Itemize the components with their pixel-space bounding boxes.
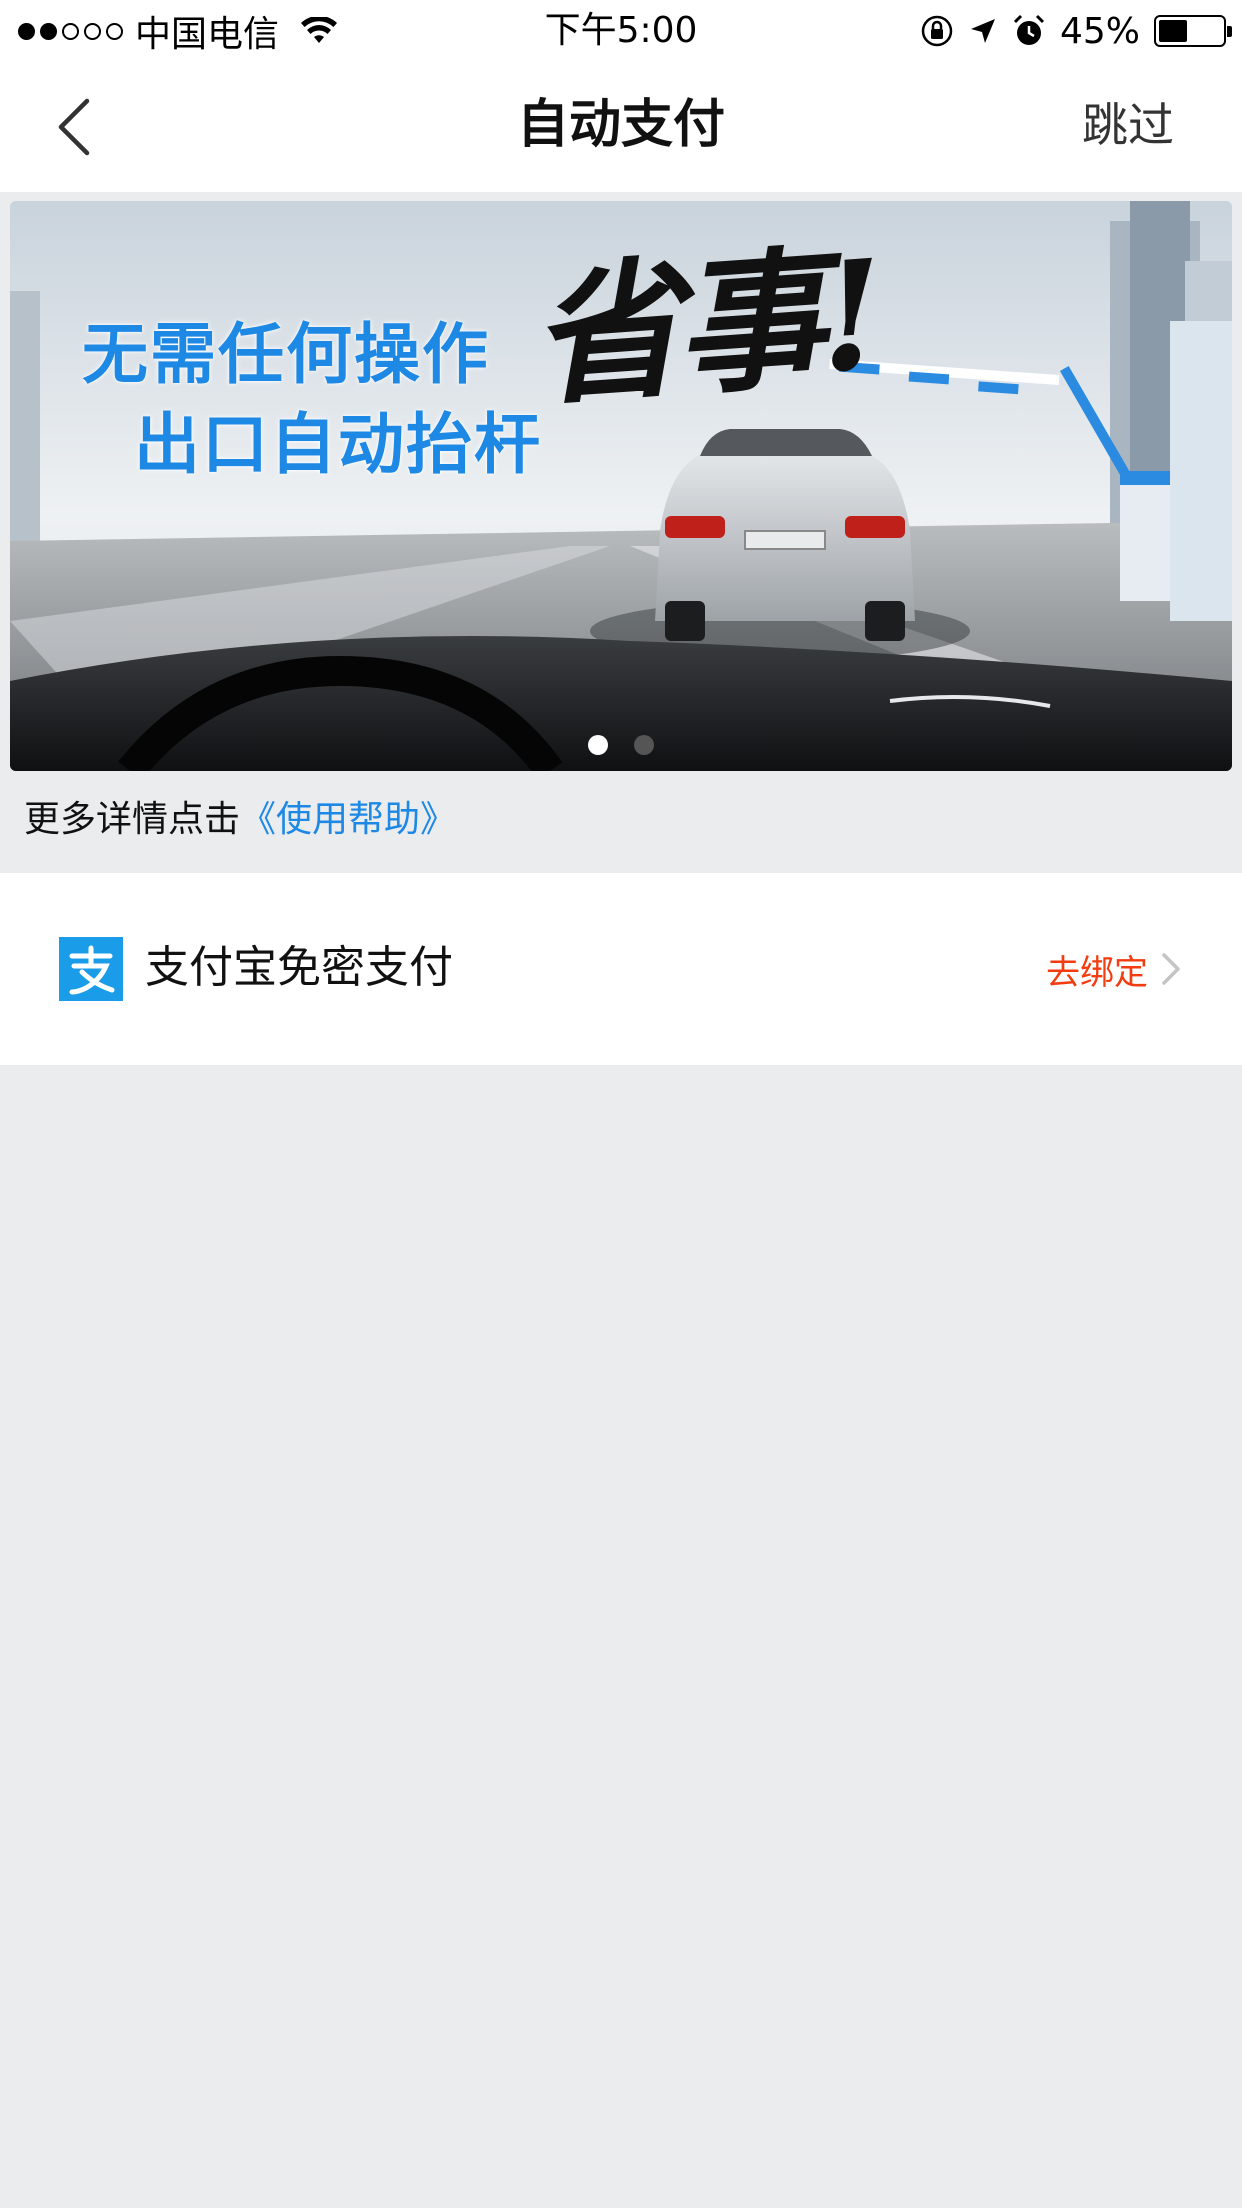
status-bar: 中国电信 下午5:00 45% xyxy=(0,0,1242,62)
pager-dot-active[interactable] xyxy=(588,735,608,755)
page-title: 自动支付 xyxy=(516,95,725,155)
battery-percent: 45% xyxy=(1059,10,1140,52)
location-arrow-icon xyxy=(970,19,995,43)
bind-label: 去绑定 xyxy=(1046,952,1148,993)
promo-banner[interactable]: 无需任何操作 出口自动抬杆 省事! xyxy=(10,201,1232,771)
help-link[interactable]: 《使用帮助》 xyxy=(240,799,456,840)
banner-headline-1: 无需任何操作 xyxy=(82,316,490,393)
battery-fill xyxy=(1159,20,1187,42)
banner-slogan: 省事! xyxy=(525,227,885,427)
chevron-right-icon xyxy=(1162,953,1180,985)
help-line: 更多详情点击《使用帮助》 xyxy=(24,790,456,850)
bind-button[interactable]: 去绑定 xyxy=(1046,873,1182,1065)
banner-headline-2: 出口自动抬杆 xyxy=(134,406,542,483)
orientation-lock-icon xyxy=(921,15,953,47)
alipay-label: 支付宝免密支付 xyxy=(145,942,453,993)
banner-pager xyxy=(10,735,1232,755)
alipay-row[interactable]: 支付宝免密支付 去绑定 xyxy=(0,873,1242,1065)
alarm-icon xyxy=(1013,14,1045,45)
help-prefix: 更多详情点击 xyxy=(24,799,241,840)
status-bar-right: 45% xyxy=(920,8,1232,54)
battery-cap xyxy=(1227,26,1232,37)
alipay-logo-glyph xyxy=(69,945,115,995)
battery-icon xyxy=(1154,15,1232,47)
pager-dot[interactable] xyxy=(634,735,654,755)
skip-button[interactable]: 跳过 xyxy=(1082,62,1174,192)
navigation-bar: 自动支付 跳过 xyxy=(0,62,1242,192)
alipay-icon xyxy=(59,937,123,1001)
